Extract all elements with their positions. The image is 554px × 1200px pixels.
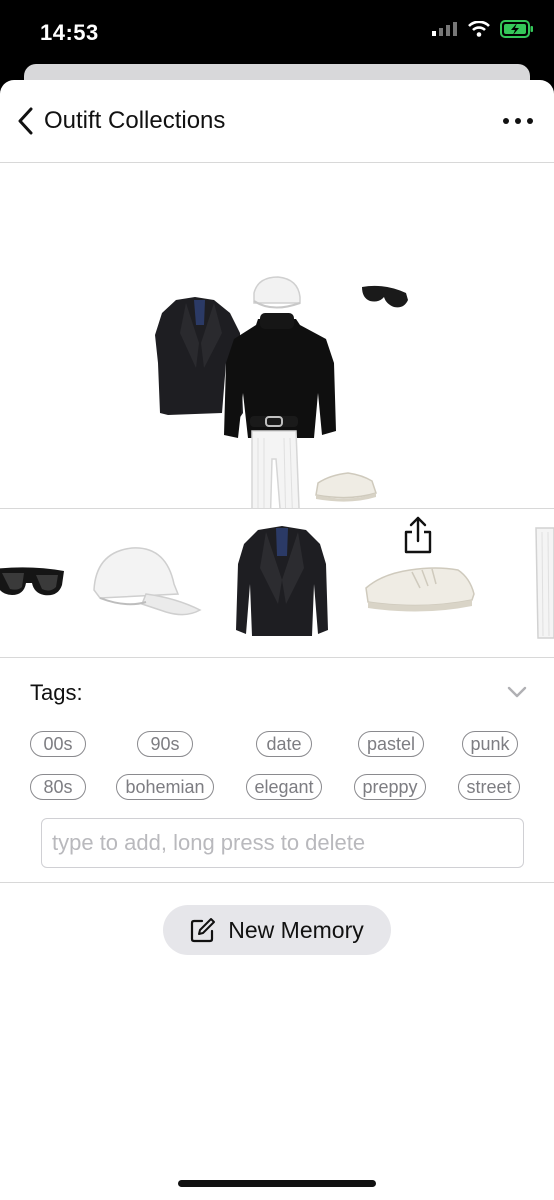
sunglasses-image: [0, 567, 64, 596]
sunglasses-image: [362, 285, 408, 308]
chevron-left-icon: [18, 107, 33, 135]
outfit-collage[interactable]: [0, 163, 554, 554]
tag-chip[interactable]: preppy: [354, 774, 426, 800]
navigation-bar: Outift Collections: [0, 80, 554, 163]
status-icons: [432, 20, 534, 38]
sneakers-image: [315, 472, 377, 502]
section-divider: [0, 882, 554, 883]
status-time: 14:53: [40, 20, 99, 45]
battery-charging-icon: [500, 20, 533, 38]
chevron-down-icon: [507, 686, 527, 698]
item-sneakers[interactable]: [362, 509, 478, 657]
tag-chip[interactable]: elegant: [246, 774, 322, 800]
outfit-items-strip[interactable]: [0, 509, 554, 658]
ellipsis-icon: [503, 118, 533, 124]
white-cap-image: [93, 547, 202, 616]
wifi-icon: [468, 21, 490, 37]
tags-header: Tags:: [30, 680, 83, 705]
modal-sheet: Outift Collections Tags: 00s 90s date pa…: [0, 80, 554, 1200]
belt-image: [250, 416, 298, 427]
tags-collapse-toggle[interactable]: [504, 682, 530, 702]
item-trousers[interactable]: [530, 509, 554, 657]
tag-chip[interactable]: 90s: [137, 731, 193, 757]
status-bar: 14:53: [0, 0, 554, 70]
tag-chip[interactable]: punk: [462, 731, 518, 757]
item-cap[interactable]: [86, 509, 204, 657]
new-memory-button[interactable]: New Memory: [163, 905, 391, 955]
tag-chip[interactable]: bohemian: [116, 774, 214, 800]
sneakers-image: [365, 567, 475, 612]
tag-input-field[interactable]: [41, 818, 524, 868]
compose-icon: [191, 918, 216, 943]
white-trousers-image: [535, 527, 554, 639]
tag-chip[interactable]: 80s: [30, 774, 86, 800]
new-memory-label: New Memory: [228, 916, 364, 943]
home-indicator[interactable]: [178, 1180, 376, 1187]
tag-chip[interactable]: date: [256, 731, 312, 757]
outfit-collage-image: [155, 276, 408, 534]
white-cap-image: [253, 276, 301, 309]
item-blazer[interactable]: [236, 509, 328, 657]
page-title: Outift Collections: [44, 107, 226, 134]
tag-chip[interactable]: 00s: [30, 731, 86, 757]
tag-chip[interactable]: street: [458, 774, 520, 800]
tag-chip[interactable]: pastel: [358, 731, 424, 757]
blazer-image: [236, 526, 328, 636]
white-trousers-image: [251, 430, 301, 534]
cellular-signal-icon: [432, 22, 457, 36]
back-button[interactable]: [10, 106, 40, 136]
more-options-button[interactable]: [500, 108, 536, 134]
item-sunglasses[interactable]: [0, 509, 70, 657]
